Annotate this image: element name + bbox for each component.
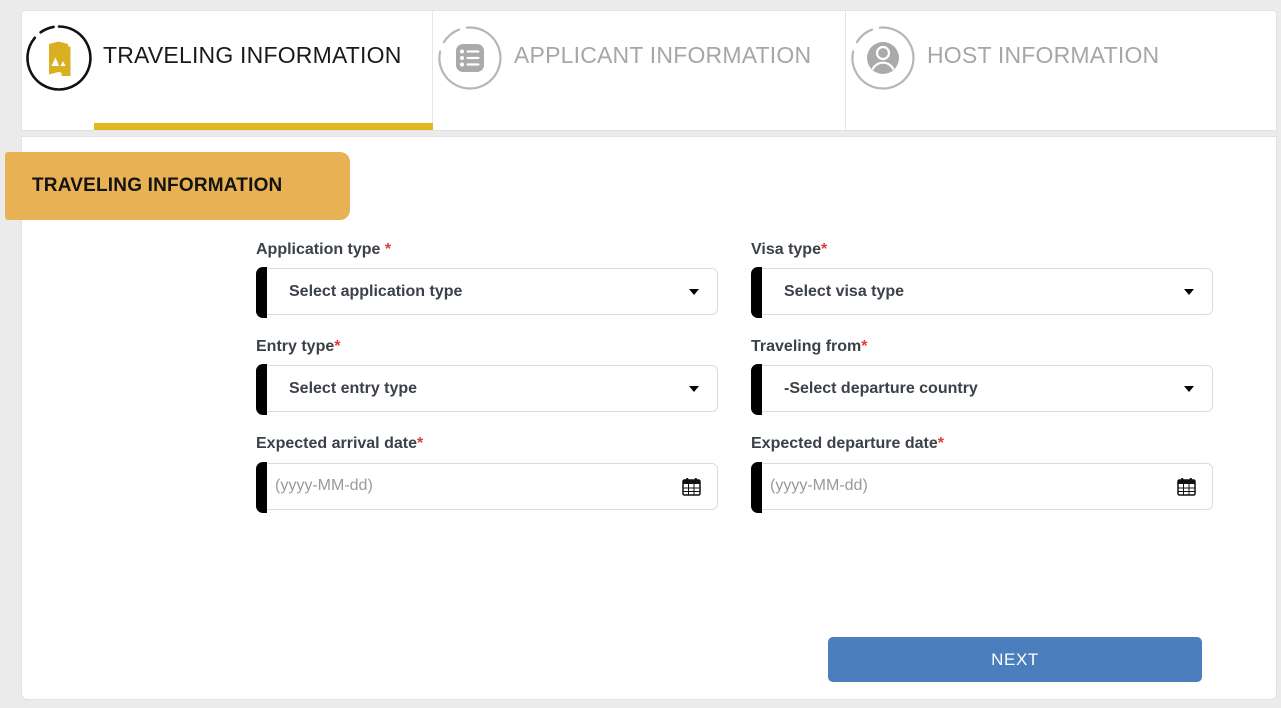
label-text: Application type	[256, 241, 385, 258]
form-row: Expected arrival date* (yyyy-MM-dd) Expe…	[256, 434, 1216, 513]
field-expected-arrival-date: Expected arrival date* (yyyy-MM-dd)	[256, 434, 718, 513]
label-expected-arrival-date: Expected arrival date*	[256, 434, 718, 453]
select-application-type[interactable]: Select application type	[256, 267, 718, 319]
form-row: Entry type* Select entry type Traveling …	[256, 337, 1216, 416]
calendar-icon[interactable]	[682, 477, 701, 501]
required-marker: *	[937, 435, 944, 453]
wizard-tab-bar: TRAVELING INFORMATION APPLICANT INFORMAT…	[21, 10, 1277, 131]
required-marker: *	[861, 338, 868, 356]
select-visa-type[interactable]: Select visa type	[751, 267, 1213, 319]
label-text: Expected departure date	[751, 435, 938, 453]
label-expected-departure-date: Expected departure date*	[751, 434, 1213, 453]
select-value: Select application type	[289, 282, 463, 300]
select-traveling-from[interactable]: -Select departure country	[751, 364, 1213, 416]
section-banner: TRAVELING INFORMATION	[5, 152, 350, 220]
required-marker: *	[416, 435, 424, 453]
tab-label-traveling: TRAVELING INFORMATION	[103, 42, 402, 68]
required-marker: *	[334, 338, 341, 356]
label-text: Visa type	[751, 241, 821, 258]
field-visa-type: Visa type* Select visa type	[751, 240, 1213, 319]
tab-host-information[interactable]: HOST INFORMATION	[846, 11, 1276, 130]
date-placeholder: (yyyy-MM-dd)	[770, 477, 868, 495]
field-traveling-from: Traveling from* -Select departure countr…	[751, 337, 1213, 416]
label-traveling-from: Traveling from*	[751, 337, 1213, 356]
section-banner-title: TRAVELING INFORMATION	[32, 175, 283, 196]
next-button[interactable]: NEXT	[828, 637, 1202, 682]
form-list-icon	[436, 24, 504, 92]
active-tab-underline	[94, 123, 433, 130]
required-marker: *	[820, 241, 828, 258]
select-value: Select entry type	[289, 379, 418, 397]
form-row: Application type * Select application ty…	[256, 240, 1216, 319]
tab-applicant-information[interactable]: APPLICANT INFORMATION	[433, 11, 846, 130]
tab-label-applicant: APPLICANT INFORMATION	[514, 42, 812, 68]
field-entry-type: Entry type* Select entry type	[256, 337, 718, 416]
chevron-down-icon[interactable]	[689, 288, 699, 295]
select-value: -Select departure country	[784, 379, 978, 397]
brochure-icon	[25, 24, 93, 92]
tab-label-host: HOST INFORMATION	[927, 42, 1160, 68]
select-value: Select visa type	[784, 282, 905, 300]
date-placeholder: (yyyy-MM-dd)	[275, 477, 373, 495]
calendar-icon[interactable]	[1177, 477, 1196, 501]
label-visa-type: Visa type*	[751, 240, 1213, 259]
label-text: Entry type	[256, 338, 335, 356]
input-expected-departure-date[interactable]: (yyyy-MM-dd)	[751, 461, 1213, 513]
brochure-glyph	[49, 41, 71, 76]
form-list-glyph	[456, 44, 484, 72]
label-text: Expected arrival date	[256, 435, 417, 453]
chevron-down-icon[interactable]	[1184, 288, 1194, 295]
tab-traveling-information[interactable]: TRAVELING INFORMATION	[22, 11, 433, 130]
user-icon	[849, 24, 917, 92]
visa-application-page: TRAVELING INFORMATION APPLICANT INFORMAT…	[0, 0, 1281, 708]
field-application-type: Application type * Select application ty…	[256, 240, 718, 319]
label-text: Traveling from	[751, 338, 862, 356]
input-expected-arrival-date[interactable]: (yyyy-MM-dd)	[256, 461, 718, 513]
chevron-down-icon[interactable]	[1184, 385, 1194, 392]
label-entry-type: Entry type*	[256, 337, 718, 356]
select-entry-type[interactable]: Select entry type	[256, 364, 718, 416]
required-marker: *	[384, 241, 392, 258]
chevron-down-icon[interactable]	[689, 385, 699, 392]
label-application-type: Application type *	[256, 240, 718, 259]
user-glyph	[867, 42, 899, 74]
traveling-information-form: Application type * Select application ty…	[256, 240, 1216, 532]
field-expected-departure-date: Expected departure date* (yyyy-MM-dd)	[751, 434, 1213, 513]
